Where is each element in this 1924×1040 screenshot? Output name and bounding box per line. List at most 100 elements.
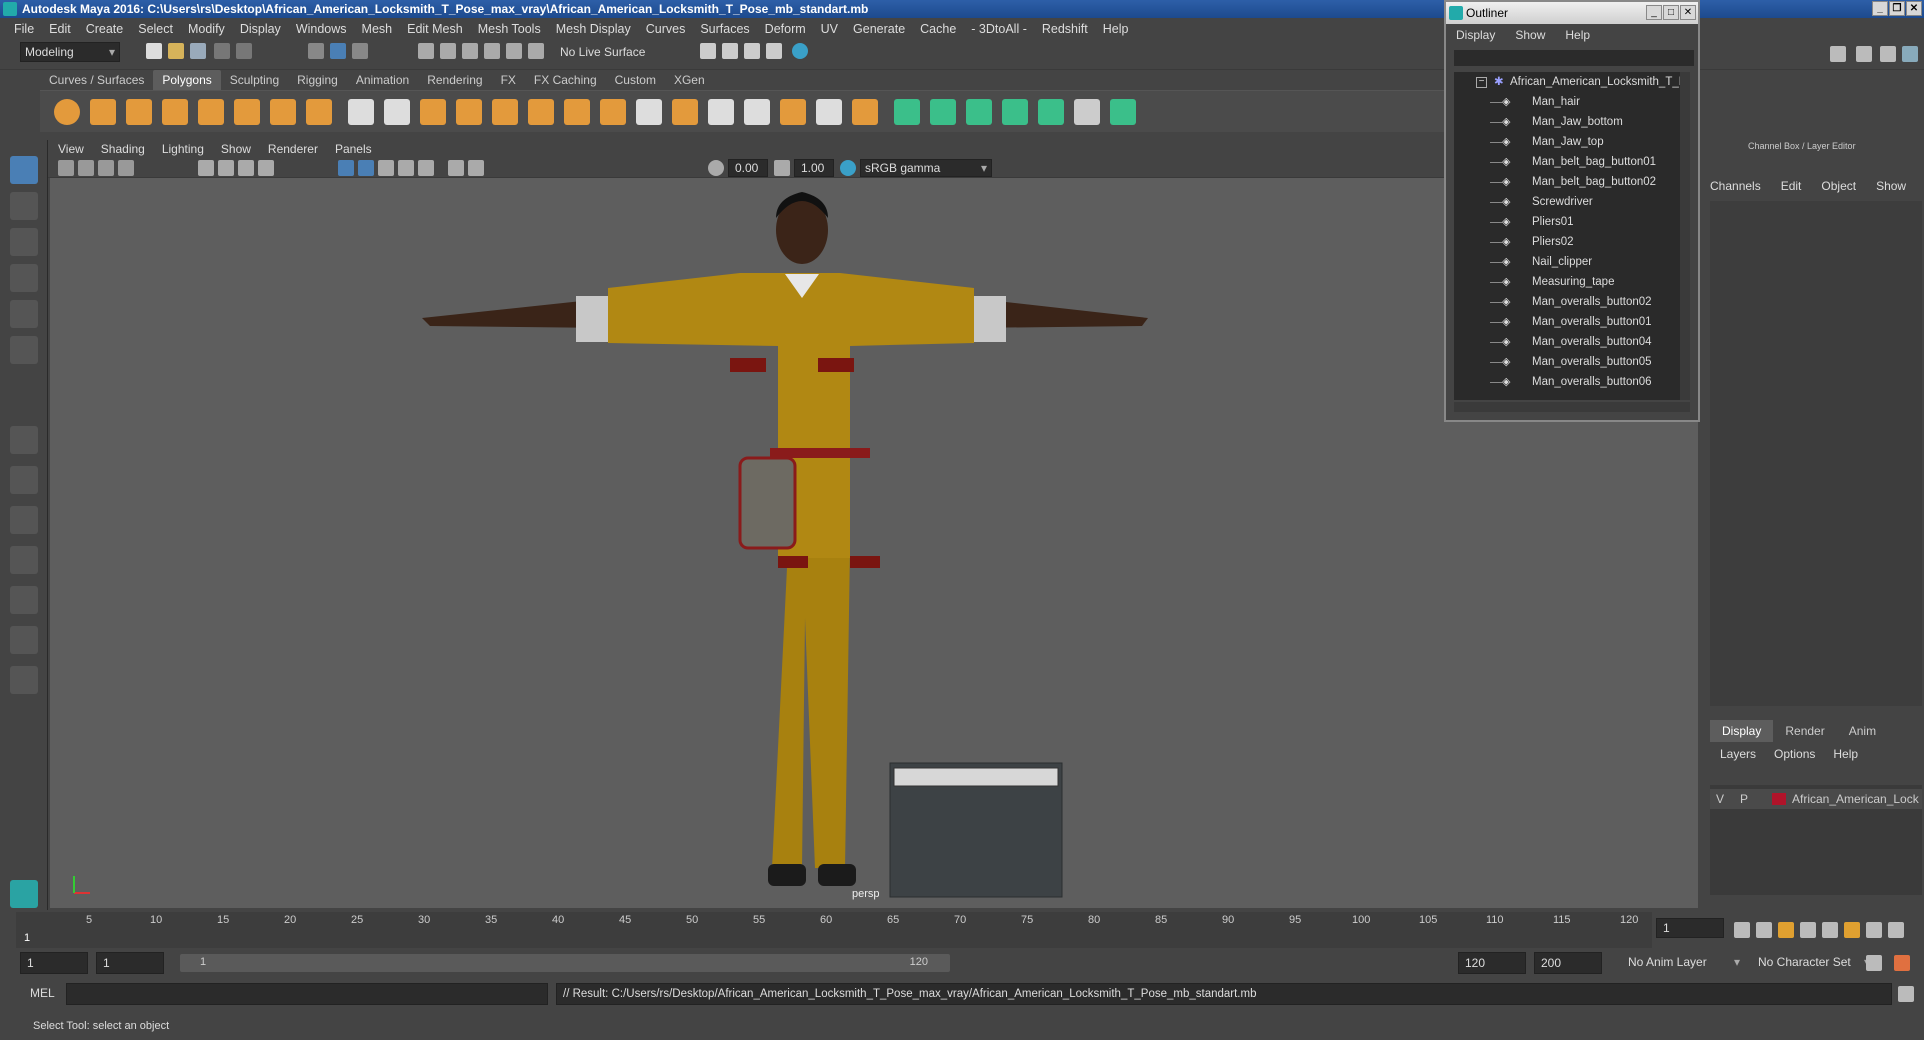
lasso-tool-icon[interactable]: [10, 192, 38, 220]
panel-menu-shading[interactable]: Shading: [101, 142, 145, 156]
poly-pipe-icon[interactable]: [306, 99, 332, 125]
outliner-item[interactable]: ◈ Nail_clipper: [1454, 252, 1680, 272]
remesh-icon[interactable]: [528, 99, 554, 125]
image-plane-icon[interactable]: [118, 160, 134, 176]
film-gate-icon[interactable]: [218, 160, 234, 176]
panel-menu-view[interactable]: View: [58, 142, 84, 156]
isolate-select-icon[interactable]: [468, 160, 484, 176]
shelf-tab-fx[interactable]: FX: [492, 70, 525, 90]
menu-cache[interactable]: Cache: [920, 22, 956, 36]
auto-key-icon[interactable]: [1866, 955, 1882, 971]
step-back-key-icon[interactable]: [1756, 922, 1772, 938]
extrude-icon[interactable]: [600, 99, 626, 125]
ipr-render-icon[interactable]: [744, 43, 760, 59]
merge-icon[interactable]: [852, 99, 878, 125]
tool-settings-icon[interactable]: [1880, 46, 1896, 62]
reduce-icon[interactable]: [492, 99, 518, 125]
menu-modify[interactable]: Modify: [188, 22, 225, 36]
shelf-tab-xgen[interactable]: XGen: [665, 70, 714, 90]
anim-layer-dropdown[interactable]: No Anim Layer: [1624, 952, 1744, 974]
snap-live-icon[interactable]: [506, 43, 522, 59]
outliner-root-item[interactable]: − ✱ African_American_Locksmith_T_Pc: [1454, 72, 1680, 92]
layer-name[interactable]: African_American_Lock: [1792, 792, 1920, 806]
render-sequence-icon[interactable]: [722, 43, 738, 59]
live-surface-label[interactable]: No Live Surface: [554, 43, 658, 63]
save-scene-icon[interactable]: [190, 43, 206, 59]
scale-tool-icon[interactable]: [10, 336, 38, 364]
smooth-icon[interactable]: [456, 99, 482, 125]
poly-cube-icon[interactable]: [90, 99, 116, 125]
snap-grid-icon[interactable]: [418, 43, 434, 59]
fill-hole-icon[interactable]: [816, 99, 842, 125]
hypershade-icon[interactable]: [792, 43, 808, 59]
automatic-uv-icon[interactable]: [1002, 99, 1028, 125]
outliner-item[interactable]: ◈ Man_overalls_button02: [1454, 292, 1680, 312]
layer-tab-display[interactable]: Display: [1710, 720, 1774, 742]
collapse-icon[interactable]: −: [1476, 77, 1487, 88]
panel-menu-show[interactable]: Show: [221, 142, 251, 156]
multi-cut-icon[interactable]: [564, 99, 590, 125]
mirror-icon[interactable]: [420, 99, 446, 125]
poly-torus-icon[interactable]: [234, 99, 260, 125]
menu-help[interactable]: Help: [1103, 22, 1129, 36]
bevel-icon[interactable]: [636, 99, 662, 125]
panel-menu-panels[interactable]: Panels: [335, 142, 372, 156]
outliner-layout-icon[interactable]: [10, 546, 38, 574]
poly-plane-icon[interactable]: [198, 99, 224, 125]
gamma-field[interactable]: 1.00: [794, 159, 834, 177]
combine-icon[interactable]: [348, 99, 374, 125]
outliner-item[interactable]: ◈ Man_overalls_button05: [1454, 352, 1680, 372]
step-forward-frame-icon[interactable]: [1844, 922, 1860, 938]
rotate-tool-icon[interactable]: [10, 300, 38, 328]
poly-cone-icon[interactable]: [162, 99, 188, 125]
poly-sphere-icon[interactable]: [54, 99, 80, 125]
shelf-tab-sculpting[interactable]: Sculpting: [221, 70, 288, 90]
outliner-item[interactable]: ◈ Man_overalls_button04: [1454, 332, 1680, 352]
shelf-tab-custom[interactable]: Custom: [606, 70, 665, 90]
menu-curves[interactable]: Curves: [646, 22, 686, 36]
textured-icon[interactable]: [378, 160, 394, 176]
poly-prism-icon[interactable]: [270, 99, 296, 125]
outliner-item[interactable]: ◈ Man_Jaw_bottom: [1454, 112, 1680, 132]
menu-uv[interactable]: UV: [821, 22, 838, 36]
grid-toggle-icon[interactable]: [198, 160, 214, 176]
channel-menu-edit[interactable]: Edit: [1781, 179, 1802, 193]
append-polygon-icon[interactable]: [780, 99, 806, 125]
menu-file[interactable]: File: [14, 22, 34, 36]
restore-button[interactable]: ❐: [1889, 1, 1905, 16]
redo-icon[interactable]: [236, 43, 252, 59]
outliner-menu-display[interactable]: Display: [1456, 28, 1495, 42]
select-by-object-icon[interactable]: [330, 43, 346, 59]
channel-menu-channels[interactable]: Channels: [1710, 179, 1761, 193]
modeling-toolkit-icon[interactable]: [1830, 46, 1846, 62]
layer-tab-render[interactable]: Render: [1773, 720, 1836, 742]
camera-select-icon[interactable]: [58, 160, 74, 176]
play-forwards-icon[interactable]: [1822, 922, 1838, 938]
channel-box-icon[interactable]: [1902, 46, 1918, 62]
outliner-item[interactable]: ◈ Screwdriver: [1454, 192, 1680, 212]
unfold-uv-icon[interactable]: [1038, 99, 1064, 125]
insert-edge-loop-icon[interactable]: [708, 99, 734, 125]
shelf-tab-rendering[interactable]: Rendering: [418, 70, 491, 90]
menu-select[interactable]: Select: [138, 22, 173, 36]
playback-start-field[interactable]: 1: [96, 952, 164, 974]
outliner-menu-help[interactable]: Help: [1565, 28, 1590, 42]
shelf-tab-curves-surfaces[interactable]: Curves / Surfaces: [40, 70, 153, 90]
shelf-tab-rigging[interactable]: Rigging: [288, 70, 347, 90]
xray-icon[interactable]: [448, 160, 464, 176]
close-button[interactable]: ✕: [1906, 1, 1922, 16]
cylindrical-uv-icon[interactable]: [930, 99, 956, 125]
menu-windows[interactable]: Windows: [296, 22, 347, 36]
script-editor-icon[interactable]: [1898, 986, 1914, 1002]
render-frame-icon[interactable]: [700, 43, 716, 59]
menu-mesh-display[interactable]: Mesh Display: [556, 22, 631, 36]
outliner-item[interactable]: ◈ Pliers01: [1454, 212, 1680, 232]
menu-display[interactable]: Display: [240, 22, 281, 36]
open-scene-icon[interactable]: [168, 43, 184, 59]
spherical-uv-icon[interactable]: [966, 99, 992, 125]
shadows-icon[interactable]: [418, 160, 434, 176]
menu-3dtoall[interactable]: - 3DtoAll -: [971, 22, 1027, 36]
outliner-item[interactable]: ◈ Measuring_tape: [1454, 272, 1680, 292]
channel-menu-show[interactable]: Show: [1876, 179, 1906, 193]
layer-menu-layers[interactable]: Layers: [1720, 743, 1756, 765]
